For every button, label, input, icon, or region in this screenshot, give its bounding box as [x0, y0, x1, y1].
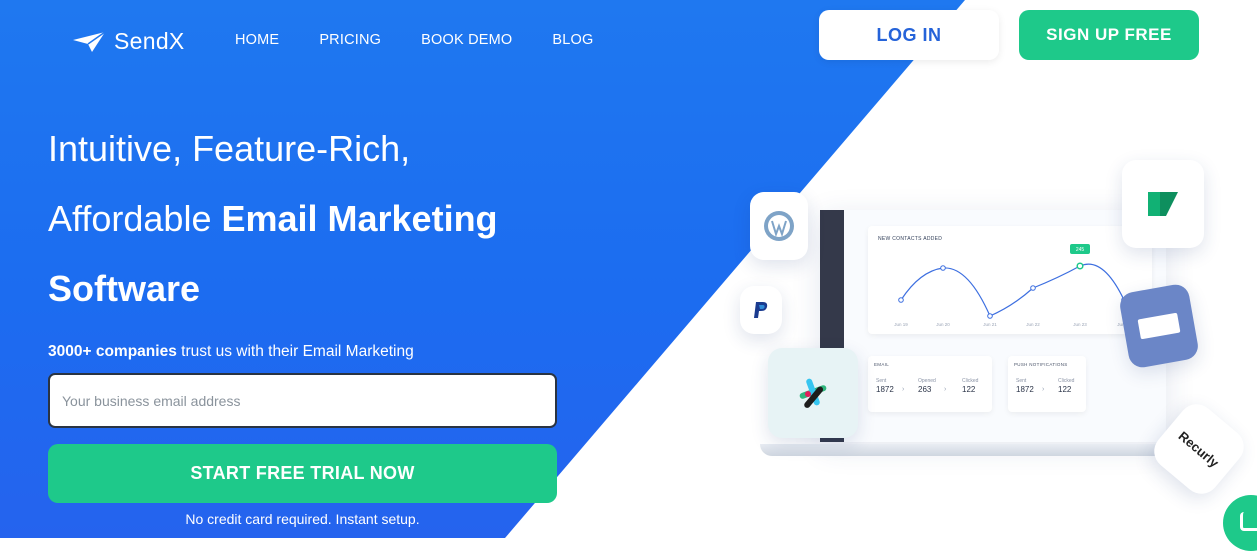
headline-line-3: Software	[48, 268, 201, 309]
brand-green-icon	[1148, 192, 1178, 216]
wordpress-badge	[750, 192, 808, 260]
stat-value: 1872	[876, 385, 894, 394]
stat-sent: Sent 1872	[1016, 378, 1034, 394]
trust-text: 3000+ companies trust us with their Emai…	[48, 343, 414, 361]
chat-icon[interactable]	[1223, 495, 1257, 551]
stat-value: 1872	[1016, 385, 1034, 394]
headline-line-2: Affordable Email Marketing	[48, 198, 498, 240]
card-badge	[1117, 282, 1201, 370]
chart-tooltip-value: 245	[1076, 247, 1085, 253]
login-button[interactable]: LOG IN	[819, 10, 999, 60]
stat-sent: Sent 1872	[876, 378, 894, 394]
x-label: Jun 22	[1026, 322, 1040, 327]
stat-value: 122	[962, 385, 976, 394]
chart-point-highlight	[1076, 262, 1084, 270]
nav-link-home[interactable]: HOME	[235, 32, 279, 48]
arrow-icon: ›	[944, 386, 947, 393]
laptop-screen: NEW CONTACTS ADDED 245 Jun 19 Jun 20 Jun…	[820, 210, 1166, 442]
paper-plane-icon	[73, 30, 106, 52]
chart-point	[898, 297, 904, 303]
trust-count: 3000+ companies	[48, 343, 177, 360]
nav-link-blog[interactable]: BLOG	[552, 32, 593, 48]
slack-icon	[799, 378, 827, 408]
headline-bold: Email Marketing	[221, 198, 498, 239]
email-input[interactable]	[48, 373, 557, 428]
stat-clicked: Clicked 122	[962, 378, 978, 394]
paypal-icon	[754, 302, 768, 318]
logo-text: SendX	[114, 28, 185, 54]
email-stats-card: EMAIL Sent 1872 › Opened 263 › Clicked 122	[868, 356, 992, 412]
brand-green-badge	[1122, 160, 1204, 248]
stat-opened: Opened 263	[918, 378, 936, 394]
arrow-icon: ›	[1042, 386, 1045, 393]
x-label: Jun 23	[1073, 322, 1087, 327]
nav-link-book-demo[interactable]: BOOK DEMO	[421, 32, 512, 48]
stat-value: 122	[1058, 385, 1072, 394]
stat-key: Clicked	[1058, 378, 1075, 384]
stat-key: Opened	[918, 378, 936, 384]
x-label: Jun 21	[983, 322, 997, 327]
wordpress-icon	[764, 211, 794, 241]
signup-note: No credit card required. Instant setup.	[185, 511, 420, 527]
headline-regular: Affordable	[48, 198, 222, 239]
stat-key: Clicked	[962, 378, 979, 384]
paypal-badge	[740, 286, 782, 334]
stat-key: Sent	[876, 378, 887, 384]
product-illustration: NEW CONTACTS ADDED 245 Jun 19 Jun 20 Jun…	[740, 150, 1257, 551]
contacts-chart-card: NEW CONTACTS ADDED 245 Jun 19 Jun 20 Jun…	[868, 226, 1152, 334]
stat-key: Sent	[1016, 378, 1027, 384]
trust-rest: trust us with their Email Marketing	[176, 343, 414, 360]
top-navigation: SendX HOME PRICING BOOK DEMO BLOG LOG IN…	[0, 0, 1257, 80]
chart-point	[940, 265, 946, 271]
headline-line-1: Intuitive, Feature-Rich,	[48, 128, 411, 169]
signup-button[interactable]: SIGN UP FREE	[1019, 10, 1199, 60]
x-label: Jun 19	[894, 322, 908, 327]
x-label: Jun 20	[936, 322, 950, 327]
stat-value: 263	[918, 385, 932, 394]
contacts-line-chart: 245 Jun 19 Jun 20 Jun 21 Jun 22 Jun 23 J…	[894, 244, 1131, 327]
slack-badge	[768, 348, 858, 438]
nav-link-pricing[interactable]: PRICING	[319, 32, 381, 48]
push-stats-card: PUSH NOTIFICATIONS Sent 1872 › Clicked 122	[1008, 356, 1086, 412]
recurly-logo-text: Recurly	[1175, 427, 1223, 471]
email-stats-label: EMAIL	[874, 362, 890, 367]
chart-point	[987, 313, 993, 319]
start-free-trial-button[interactable]: START FREE TRIAL NOW	[48, 444, 557, 503]
arrow-icon: ›	[902, 386, 905, 393]
chart-point	[1030, 285, 1036, 291]
push-stats-label: PUSH NOTIFICATIONS	[1014, 362, 1068, 367]
nav-links: HOME PRICING BOOK DEMO BLOG	[235, 32, 593, 48]
card-icon	[1137, 312, 1181, 340]
stat-clicked: Clicked 122	[1058, 378, 1074, 394]
sendx-logo[interactable]: SendX	[72, 28, 185, 55]
